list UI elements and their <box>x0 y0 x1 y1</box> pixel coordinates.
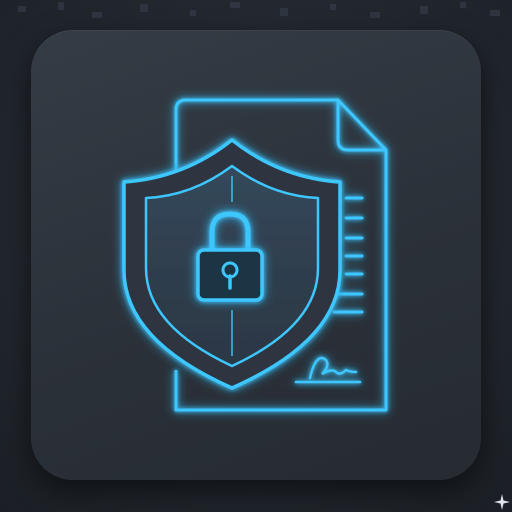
icon-canvas <box>0 0 512 512</box>
document-security-icon <box>122 98 388 412</box>
signature-icon <box>294 356 362 384</box>
sparkle-icon <box>494 494 510 510</box>
